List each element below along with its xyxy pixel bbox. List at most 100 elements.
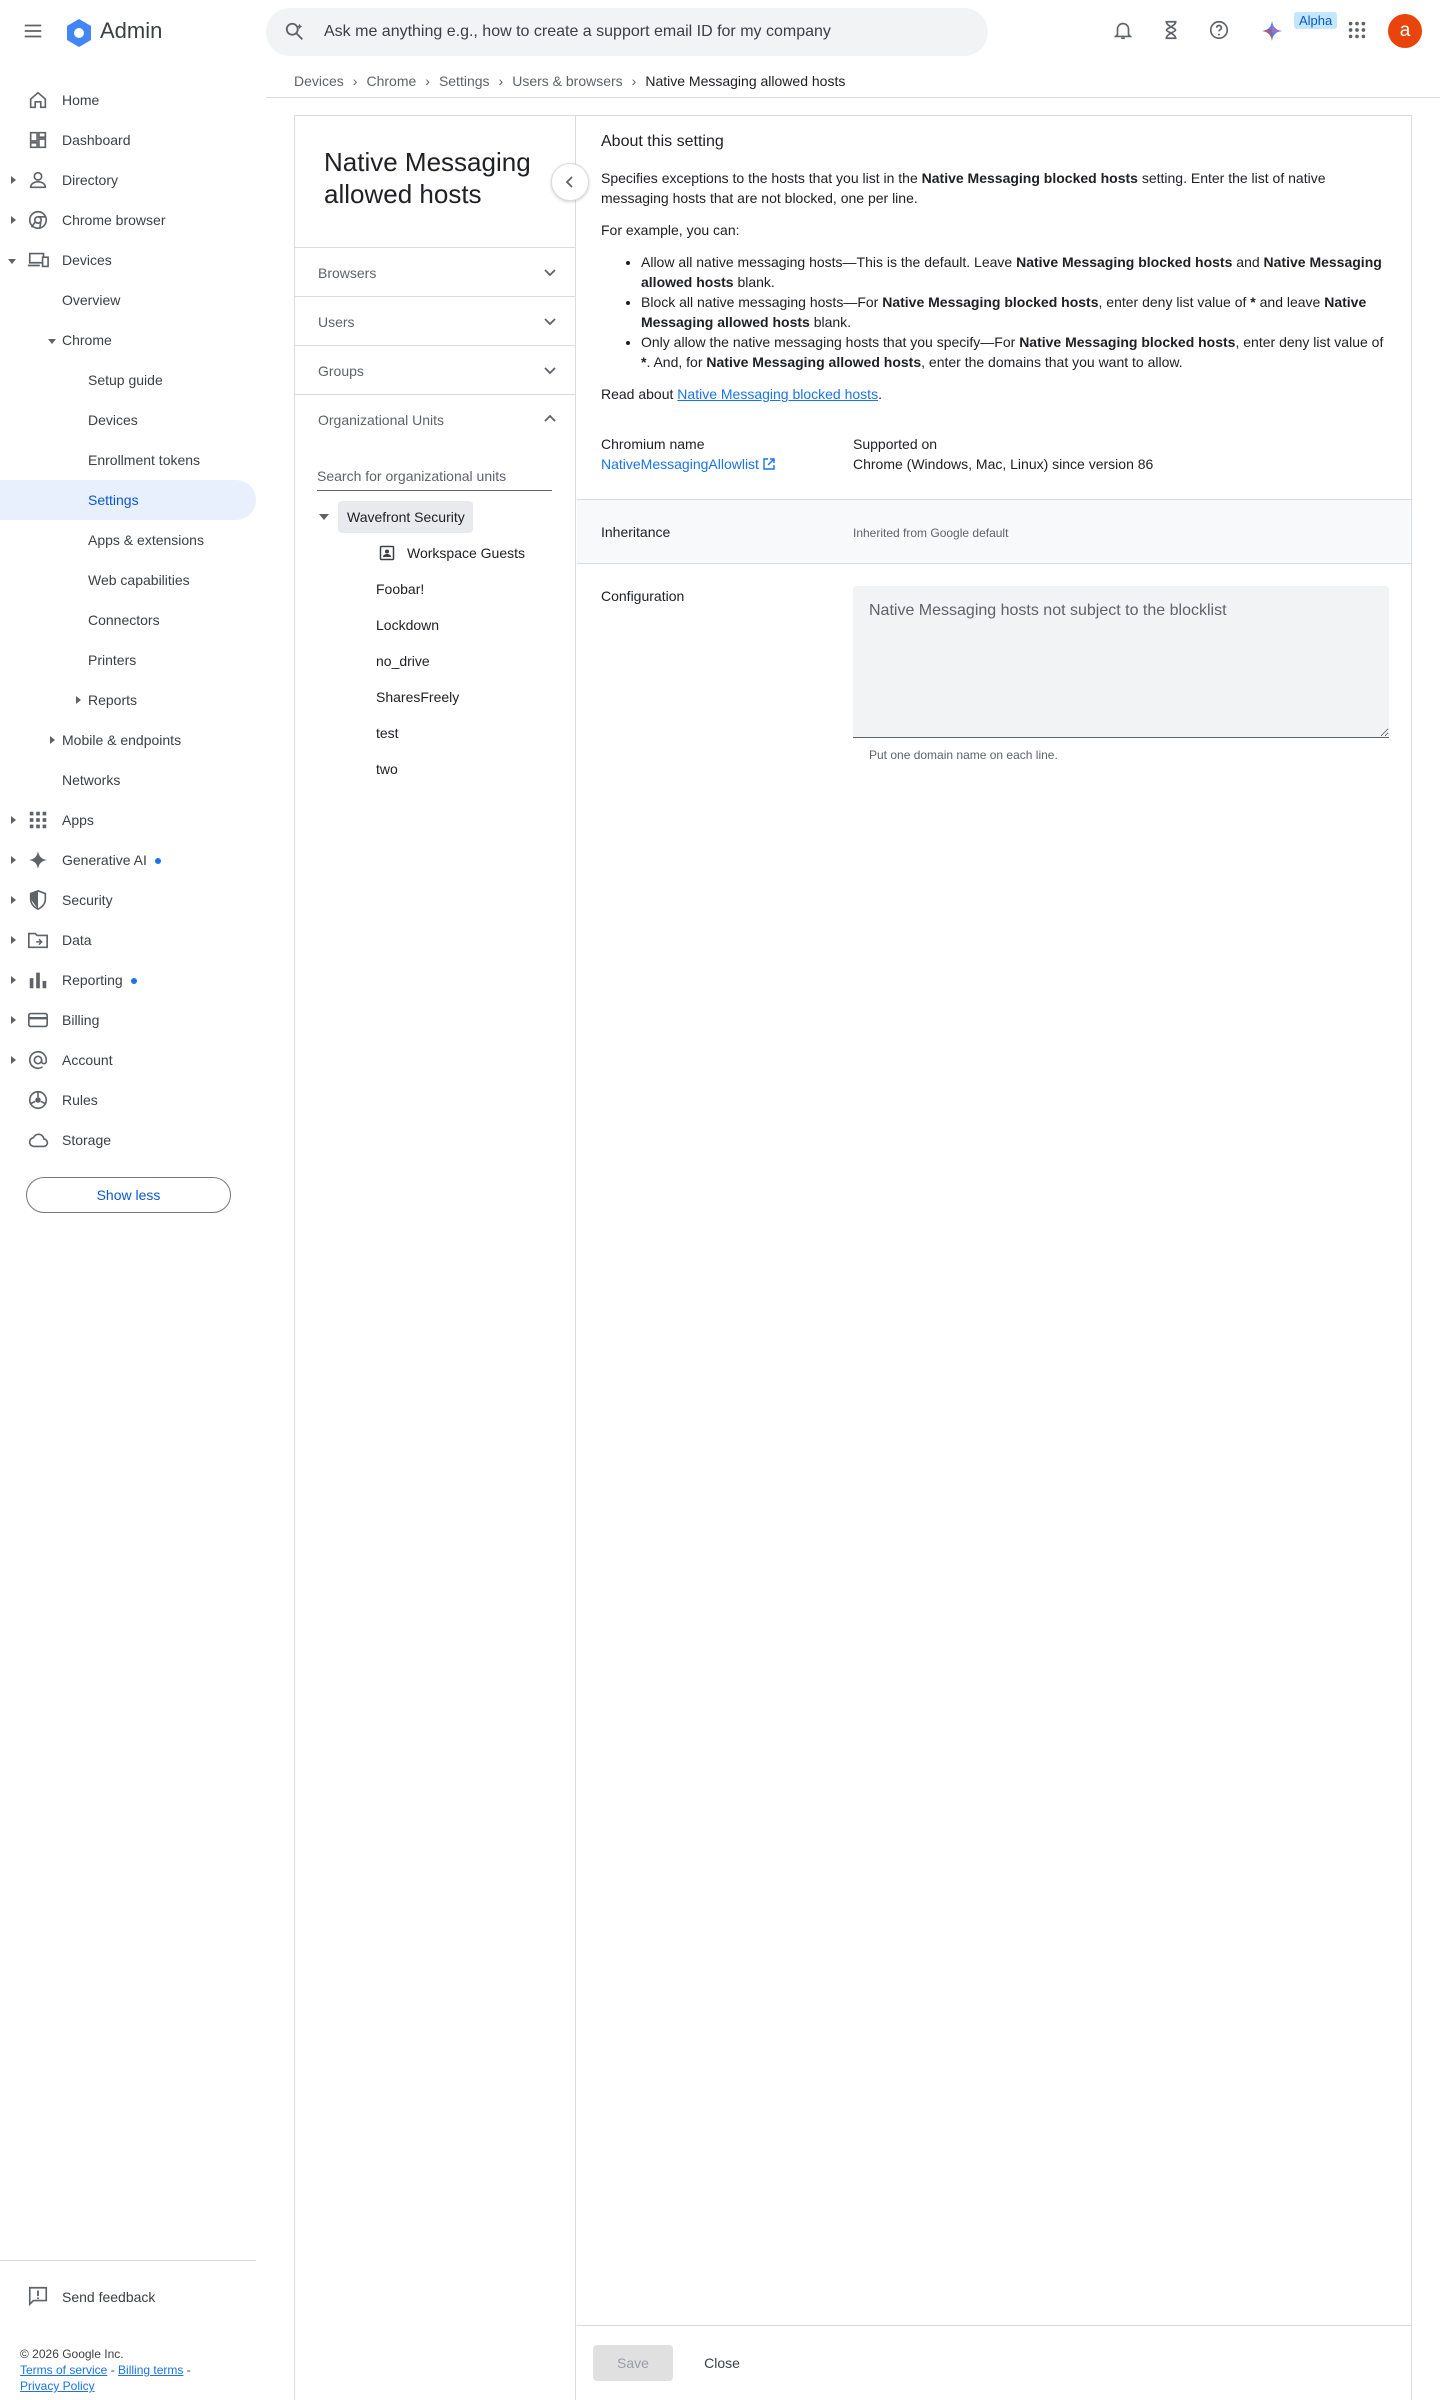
text: Allow all native messaging hosts—This is… (641, 254, 1017, 270)
main-menu-icon[interactable] (22, 20, 50, 44)
sidebar-item-dashboard[interactable]: Dashboard (0, 120, 256, 160)
sidebar-item-setup-guide[interactable]: Setup guide (0, 360, 256, 400)
sidebar-item-billing[interactable]: Billing (0, 1000, 256, 1040)
sidebar-item-chrome-devices[interactable]: Devices (0, 400, 256, 440)
breadcrumb-settings[interactable]: Settings (439, 73, 490, 89)
chevron-right-icon: › (425, 73, 430, 89)
chromium-name-link[interactable]: NativeMessagingAllowlist (601, 454, 776, 474)
app-name[interactable]: Admin (100, 18, 162, 44)
hourglass-tasks-icon[interactable] (1160, 19, 1186, 45)
billing-terms-link[interactable]: Billing terms (118, 2363, 183, 2377)
accordion-browsers[interactable]: Browsers (295, 247, 575, 296)
org-unit-item[interactable]: test (376, 717, 399, 749)
sidebar-item-rules[interactable]: Rules (0, 1080, 256, 1120)
breadcrumb: Devices › Chrome › Settings › Users & br… (294, 71, 845, 91)
org-unit-item[interactable]: SharesFreely (376, 681, 459, 713)
setting-title: Native Messaging allowed hosts (324, 147, 531, 209)
sidebar-item-label: Generative AI (62, 852, 147, 868)
send-feedback-link[interactable]: Send feedback (27, 2285, 247, 2311)
org-unit-label: Lockdown (376, 617, 440, 633)
sidebar-item-printers[interactable]: Printers (0, 640, 256, 680)
text: , enter deny list value of (1235, 334, 1384, 350)
sidebar-item-label: Dashboard (62, 132, 131, 148)
sidebar-item-label-wrap: Generative AI (62, 852, 161, 868)
caret-right-icon (11, 896, 16, 904)
inheritance-row: Inheritance Inherited from Google defaul… (577, 500, 1411, 564)
sidebar-item-security[interactable]: Security (0, 880, 256, 920)
sidebar-item-chrome[interactable]: Chrome (0, 320, 256, 360)
help-icon[interactable] (1208, 19, 1234, 45)
sidebar-item-mobile-endpoints[interactable]: Mobile & endpoints (0, 720, 256, 760)
org-unit-item[interactable]: Foobar! (376, 573, 424, 605)
shield-icon (29, 889, 47, 911)
breadcrumb-users-browsers[interactable]: Users & browsers (512, 73, 622, 89)
accordion-label: Users (318, 314, 355, 330)
accordion-organizational-units[interactable]: Organizational Units (295, 394, 575, 443)
privacy-policy-link[interactable]: Privacy Policy (20, 2379, 95, 2393)
text: Read about (601, 386, 678, 402)
notifications-bell-icon[interactable] (1112, 19, 1138, 45)
gemini-sparkle-icon[interactable] (1260, 19, 1286, 45)
new-indicator-dot (130, 978, 137, 985)
account-avatar[interactable]: a (1388, 14, 1422, 48)
close-button[interactable]: Close (687, 2345, 757, 2381)
search-bar[interactable] (266, 8, 988, 56)
save-button[interactable]: Save (593, 2345, 673, 2381)
example-item: Only allow the native messaging hosts th… (641, 332, 1391, 372)
text: blank. (809, 314, 852, 330)
sidebar-item-web-capabilities[interactable]: Web capabilities (0, 560, 256, 600)
configuration-textarea[interactable] (853, 586, 1389, 738)
sidebar-item-label: Settings (88, 492, 139, 508)
sidebar-item-settings[interactable]: Settings (0, 480, 256, 520)
sidebar-item-storage[interactable]: Storage (0, 1120, 256, 1160)
caret-down-icon[interactable] (319, 513, 329, 521)
sidebar-item-generative-ai[interactable]: Generative AI (0, 840, 256, 880)
sidebar-item-reporting[interactable]: Reporting (0, 960, 256, 1000)
collapse-panel-button[interactable] (551, 163, 589, 201)
settings-panel: Native Messaging allowed hosts Browsers … (294, 115, 1412, 2400)
top-app-bar: Admin Alpha a (0, 0, 1440, 64)
sidebar-item-label: Devices (62, 252, 112, 268)
org-unit-item[interactable]: two (376, 753, 398, 785)
org-unit-item[interactable]: Workspace Guests (379, 537, 525, 569)
footer-separator: - (107, 2363, 119, 2377)
sidebar-item-overview[interactable]: Overview (0, 280, 256, 320)
sidebar-item-data[interactable]: Data (0, 920, 256, 960)
org-unit-search-input[interactable] (317, 461, 552, 491)
show-less-button[interactable]: Show less (26, 1177, 231, 1213)
accordion-groups[interactable]: Groups (295, 345, 575, 394)
sidebar-item-label: Connectors (88, 612, 160, 628)
org-unit-root[interactable]: Wavefront Security (338, 501, 473, 533)
sidebar-item-home[interactable]: Home (0, 80, 256, 120)
sidebar-item-label: Enrollment tokens (88, 452, 201, 468)
sidebar-item-label: Security (62, 892, 113, 908)
org-unit-label: two (376, 761, 398, 777)
terms-of-service-link[interactable]: Terms of service (20, 2363, 107, 2377)
sidebar-item-networks[interactable]: Networks (0, 760, 256, 800)
sidebar-item-directory[interactable]: Directory (0, 160, 256, 200)
sidebar-item-label: Overview (62, 292, 121, 308)
apps-launcher-icon[interactable] (1346, 19, 1372, 45)
org-unit-item[interactable]: Lockdown (376, 609, 439, 641)
search-input[interactable] (324, 8, 964, 56)
sidebar-item-enrollment-tokens[interactable]: Enrollment tokens (0, 440, 256, 480)
sidebar-item-account[interactable]: Account (0, 1040, 256, 1080)
sidebar-item-devices[interactable]: Devices (0, 240, 256, 280)
sidebar-item-chrome-browser[interactable]: Chrome browser (0, 200, 256, 240)
open-in-new-icon (763, 458, 775, 470)
at-sign-icon (28, 1050, 48, 1070)
org-unit-item[interactable]: no_drive (376, 645, 430, 677)
example-intro: For example, you can: (601, 222, 740, 238)
sidebar-item-connectors[interactable]: Connectors (0, 600, 256, 640)
sidebar-item-apps-extensions[interactable]: Apps & extensions (0, 520, 256, 560)
breadcrumb-devices[interactable]: Devices (294, 73, 344, 89)
text: Specifies exceptions to the hosts that y… (601, 170, 922, 186)
sidebar-item-reports[interactable]: Reports (0, 680, 256, 720)
admin-logo-icon[interactable] (64, 18, 94, 48)
accordion-users[interactable]: Users (295, 296, 575, 345)
breadcrumb-chrome[interactable]: Chrome (366, 73, 416, 89)
blocked-hosts-link[interactable]: Native Messaging blocked hosts (677, 386, 878, 402)
search-icon (284, 21, 306, 43)
action-bar-divider (577, 2325, 1411, 2326)
sidebar-item-apps[interactable]: Apps (0, 800, 256, 840)
